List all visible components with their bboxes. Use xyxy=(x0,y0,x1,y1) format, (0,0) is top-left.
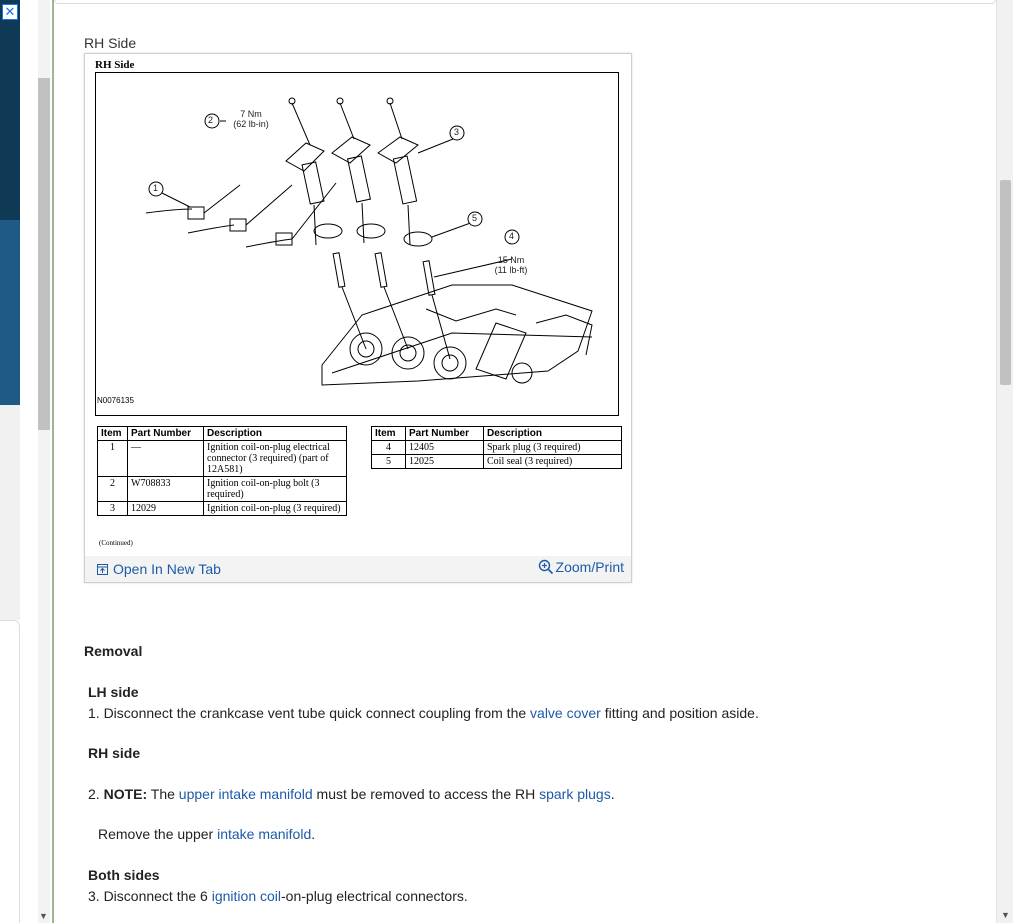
ad-close-icon[interactable]: ✕ xyxy=(2,4,18,20)
cell-part: 12025 xyxy=(405,454,484,469)
callout-3: 3 xyxy=(454,127,460,137)
table-header-row: Item Part Number Description xyxy=(97,426,347,441)
both-sides-heading: Both sides xyxy=(88,867,160,883)
cell-desc: Ignition coil-on-plug electrical connect… xyxy=(203,440,347,477)
cell-desc: Coil seal (3 required) xyxy=(483,454,622,469)
ad-banner[interactable]: ✕ xyxy=(0,0,20,405)
callout-1: 1 xyxy=(153,183,159,193)
table-header-row: Item Part Number Description xyxy=(371,426,622,441)
step-2-number: 2. xyxy=(88,786,104,802)
zoom-icon xyxy=(538,559,553,575)
coil-2 xyxy=(331,102,372,244)
step-3: 3. Disconnect the 6 ignition coil-on-plu… xyxy=(88,888,468,904)
inner-scroll-down-icon[interactable]: ▼ xyxy=(39,911,48,921)
step-2b-text-b: . xyxy=(311,826,316,842)
table-row: 1 — Ignition coil-on-plug electrical con… xyxy=(97,440,347,477)
panel-divider xyxy=(52,0,54,923)
intake-manifold-link[interactable]: intake manifold xyxy=(217,826,311,842)
torque-label-2-imperial: (62 lb-in) xyxy=(233,119,269,129)
open-in-new-tab-label: Open In New Tab xyxy=(113,561,221,577)
step-1-text-b: fitting and position aside. xyxy=(600,705,759,721)
ad-image xyxy=(0,220,20,405)
exploded-view-drawing: 2 1 3 4 5 7 Nm (62 lb-in) 15 Nm (11 lb-f… xyxy=(95,72,619,416)
previous-card-edge xyxy=(54,0,996,4)
drawing-illustration xyxy=(145,97,593,386)
table-row: 3 12029 Ignition coil-on-plug (3 require… xyxy=(97,501,347,516)
table-row: 4 12405 Spark plug (3 required) xyxy=(371,440,622,455)
step-3-text-a: 3. Disconnect the 6 xyxy=(88,888,212,904)
inner-scrollbar[interactable]: ▼ xyxy=(38,0,50,923)
spark-plugs-link[interactable]: spark plugs xyxy=(539,786,611,802)
cell-item: 4 xyxy=(371,440,406,455)
table-row: 2 W708833 Ignition coil-on-plug bolt (3 … xyxy=(97,476,347,502)
left-panel-background xyxy=(0,405,20,620)
cell-part: W708833 xyxy=(127,476,204,502)
ignition-coil-link[interactable]: ignition coil xyxy=(212,888,281,904)
callout-4: 4 xyxy=(509,231,515,241)
note-label: NOTE: xyxy=(103,786,148,802)
step-2: 2. NOTE: The upper intake manifold must … xyxy=(88,786,615,802)
col-item: Item xyxy=(371,426,406,441)
col-description: Description xyxy=(483,426,622,441)
step-1: 1. Disconnect the crankcase vent tube qu… xyxy=(88,705,759,721)
step-2-text-c: . xyxy=(610,786,615,802)
cell-desc: Ignition coil-on-plug bolt (3 required) xyxy=(203,476,347,502)
lh-side-heading: LH side xyxy=(88,684,139,700)
table-row: 5 12025 Coil seal (3 required) xyxy=(371,454,622,469)
col-part-number: Part Number xyxy=(405,426,484,441)
parts-table-2: Item Part Number Description 4 12405 Spa… xyxy=(371,426,622,469)
step-2-substep: Remove the upper intake manifold. xyxy=(98,826,315,842)
inner-scrollbar-thumb[interactable] xyxy=(38,78,50,430)
upper-intake-manifold-link[interactable]: upper intake manifold xyxy=(179,786,313,802)
callout-2: 2 xyxy=(208,115,214,125)
coil-1 xyxy=(285,102,325,246)
new-tab-icon xyxy=(97,563,108,575)
removal-heading: Removal xyxy=(84,643,143,659)
page-scrollbar-thumb[interactable] xyxy=(1000,180,1011,385)
figure-toolbar: Open In New Tab Zoom/Print xyxy=(85,556,631,582)
callout-5: 5 xyxy=(472,213,478,223)
cell-desc: Spark plug (3 required) xyxy=(483,440,622,455)
page-scrollbar[interactable]: ▼ xyxy=(996,0,1013,923)
cell-desc: Ignition coil-on-plug (3 required) xyxy=(203,501,347,516)
cell-item: 5 xyxy=(371,454,406,469)
torque-label-4-imperial: (11 lb-ft) xyxy=(494,265,528,275)
open-in-new-tab-link[interactable]: Open In New Tab xyxy=(97,561,221,577)
col-item: Item xyxy=(97,426,128,441)
parts-table-1: Item Part Number Description 1 — Ignitio… xyxy=(97,426,347,516)
scroll-down-icon[interactable]: ▼ xyxy=(1001,910,1010,920)
valve-cover-link[interactable]: valve cover xyxy=(530,705,601,721)
torque-label-4: 15 Nm (11 lb-ft) xyxy=(486,255,536,275)
coil-3 xyxy=(377,102,419,246)
step-1-text-a: 1. Disconnect the crankcase vent tube qu… xyxy=(88,705,531,721)
cell-part: 12405 xyxy=(405,440,484,455)
continued-note: (Continued) xyxy=(99,539,133,547)
zoom-print-link[interactable]: Zoom/Print xyxy=(538,559,624,575)
cell-item: 3 xyxy=(97,501,128,516)
step-3-text-b: -on-plug electrical connectors. xyxy=(281,888,468,904)
torque-label-4-nm: 15 Nm xyxy=(497,255,525,265)
figure-container: RH Side 2 1 3 4 5 7 Nm (62 lb-in) 15 Nm … xyxy=(84,53,632,583)
figure-title: RH Side xyxy=(95,59,135,71)
col-part-number: Part Number xyxy=(127,426,204,441)
rh-side-heading: RH side xyxy=(88,745,141,761)
cell-item: 2 xyxy=(97,476,128,502)
figure-caption: RH Side xyxy=(84,35,137,51)
cell-item: 1 xyxy=(97,440,128,477)
col-description: Description xyxy=(203,426,347,441)
zoom-print-label: Zoom/Print xyxy=(555,559,624,575)
step-2b-text-a: Remove the upper xyxy=(98,826,218,842)
figure-code: N0076135 xyxy=(97,396,134,405)
step-2-text-a: The xyxy=(147,786,179,802)
cell-part: 12029 xyxy=(127,501,204,516)
page: ✕ ▼ RH Side RH Side 2 1 3 4 5 7 Nm (62 l… xyxy=(0,0,1013,923)
cell-part: — xyxy=(127,440,204,477)
torque-label-2-nm: 7 Nm xyxy=(240,109,262,119)
left-panel-card xyxy=(0,620,20,923)
step-2-text-b: must be removed to access the RH xyxy=(312,786,540,802)
torque-label-2: 7 Nm (62 lb-in) xyxy=(226,109,276,129)
